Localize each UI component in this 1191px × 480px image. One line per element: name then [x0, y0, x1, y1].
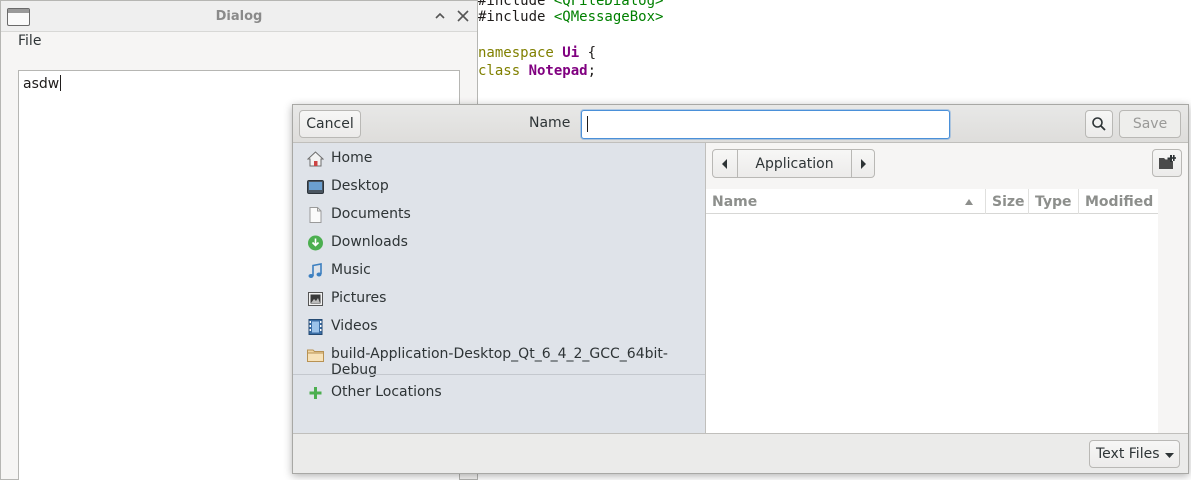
search-icon — [1092, 117, 1106, 131]
save-button[interactable]: Save — [1119, 110, 1181, 138]
sidebar-item-label: Music — [331, 262, 371, 278]
sidebar-item-videos[interactable]: Videos — [293, 313, 705, 341]
column-modified[interactable]: Modified — [1079, 189, 1158, 214]
code-line: namespace Ui { — [478, 45, 596, 61]
sidebar-item-documents[interactable]: Documents — [293, 201, 705, 229]
code-token: class — [478, 63, 529, 79]
file-chooser-footer: Text Files — [293, 433, 1188, 473]
file-list-header: Name Size Type Modified — [706, 189, 1158, 214]
filename-label: Name — [529, 115, 571, 131]
download-icon — [307, 235, 324, 251]
maximize-icon[interactable] — [433, 9, 447, 23]
sidebar-item-desktop[interactable]: Desktop — [293, 173, 705, 201]
sort-ascending-icon — [965, 199, 973, 205]
path-forward-button[interactable] — [851, 149, 875, 178]
sidebar-item-label: Downloads — [331, 234, 408, 250]
file-type-filter[interactable]: Text Files — [1089, 440, 1180, 468]
column-name[interactable]: Name — [706, 189, 986, 214]
sidebar-item-label: Desktop — [331, 178, 389, 194]
sidebar-item-build-folder[interactable]: build-Application-Desktop_Qt_6_4_2_GCC_6… — [293, 341, 705, 378]
sidebar-item-other-locations[interactable]: Other Locations — [293, 379, 705, 407]
path-segment-button[interactable]: Application — [737, 149, 852, 178]
chevron-left-icon — [722, 158, 727, 169]
folder-icon — [307, 347, 324, 363]
column-size-label: Size — [992, 193, 1025, 210]
column-size[interactable]: Size — [986, 189, 1029, 214]
path-bar: Application — [706, 143, 1188, 189]
dialog-titlebar[interactable]: Dialog — [1, 1, 477, 32]
column-name-label: Name — [712, 193, 758, 210]
sidebar-item-label: Other Locations — [331, 384, 442, 400]
video-icon — [307, 319, 324, 335]
sidebar-item-pictures[interactable]: Pictures — [293, 285, 705, 313]
desktop-icon — [307, 179, 324, 195]
pictures-icon — [307, 291, 324, 307]
document-icon — [307, 207, 324, 223]
menu-file[interactable]: File — [18, 33, 41, 49]
sidebar-separator — [293, 374, 705, 375]
sidebar-item-downloads[interactable]: Downloads — [293, 229, 705, 257]
file-type-filter-value: Text Files — [1096, 446, 1160, 462]
dialog-menubar: File — [1, 32, 477, 54]
dialog-title: Dialog — [215, 9, 263, 24]
music-icon — [307, 263, 324, 279]
code-line: #include <QFileDialog> — [478, 0, 663, 9]
new-folder-button[interactable] — [1152, 149, 1182, 177]
places-sidebar: Home Desktop Documents Downloads Music P… — [293, 143, 706, 433]
text-edit-value: asdw — [23, 76, 60, 92]
code-token: #include — [478, 9, 554, 25]
code-token: #include — [478, 0, 554, 9]
add-icon — [307, 385, 324, 401]
home-icon — [307, 151, 324, 167]
sidebar-item-label: Documents — [331, 206, 411, 222]
code-token: <QFileDialog> — [553, 0, 664, 9]
code-token: Notepad — [528, 63, 588, 79]
scroll-gutter — [1158, 189, 1188, 433]
close-icon[interactable] — [456, 9, 470, 23]
column-type[interactable]: Type — [1029, 189, 1079, 214]
filename-input[interactable] — [581, 110, 950, 139]
chevron-down-icon — [1165, 453, 1174, 458]
file-list[interactable]: Name Size Type Modified — [706, 189, 1158, 433]
sidebar-item-music[interactable]: Music — [293, 257, 705, 285]
code-token: ; — [587, 63, 597, 79]
column-type-label: Type — [1035, 193, 1072, 210]
code-token: Ui — [562, 45, 580, 61]
column-modified-label: Modified — [1085, 193, 1154, 210]
code-token: <QMessageBox> — [553, 9, 664, 25]
sidebar-item-label: Videos — [331, 318, 378, 334]
code-token: { — [579, 45, 597, 61]
cancel-button[interactable]: Cancel — [299, 110, 361, 138]
save-file-dialog: Cancel Name Save Home Desktop Documents … — [292, 104, 1189, 474]
sidebar-item-home[interactable]: Home — [293, 145, 705, 173]
file-browser-pane: Application Name Size Type Modified — [706, 143, 1188, 433]
new-folder-icon — [1159, 155, 1176, 169]
text-edit-content: asdw — [23, 75, 62, 92]
sidebar-item-label: Home — [331, 150, 373, 166]
text-caret — [587, 116, 588, 132]
code-token: namespace — [478, 45, 563, 61]
file-chooser-header: Cancel Name Save — [293, 105, 1188, 143]
search-button[interactable] — [1085, 110, 1113, 138]
path-back-button[interactable] — [712, 149, 738, 178]
sidebar-item-label: Pictures — [331, 290, 387, 306]
code-line: #include <QMessageBox> — [478, 9, 663, 25]
code-line: class Notepad; — [478, 63, 596, 79]
chevron-right-icon — [861, 158, 866, 169]
text-caret — [60, 75, 62, 91]
